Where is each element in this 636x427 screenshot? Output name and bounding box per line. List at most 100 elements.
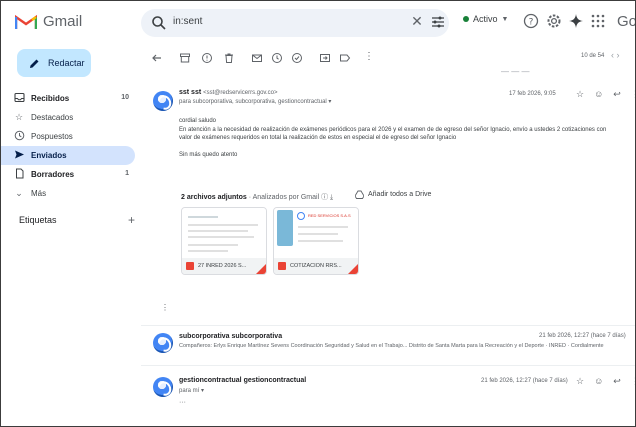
star-icon[interactable]: ☆ <box>576 89 584 100</box>
collapsed-thread-indicator: — — — <box>501 67 530 76</box>
move-to-icon[interactable] <box>319 51 331 63</box>
divider <box>141 325 635 326</box>
message-sender[interactable]: subcorporativa subcorporativa <box>179 333 282 340</box>
attachment-corner-marker <box>256 264 266 274</box>
message-sender[interactable]: gestioncontractual gestioncontractual <box>179 377 306 384</box>
thumbnail-header: RED SERVICIOS S.A.S <box>308 213 351 218</box>
snooze-icon[interactable] <box>271 51 283 63</box>
status-label: Activo <box>473 14 498 24</box>
collapsed-messages-indicator[interactable]: ⋮ <box>161 303 169 312</box>
message-actions: ☆ ☺ ↩ ⋮ <box>576 89 635 100</box>
sidebar-item-sent[interactable]: Enviados <box>1 146 135 165</box>
sender-name: sst sst <box>179 89 202 96</box>
avatar[interactable] <box>153 377 173 397</box>
message-date: 21 feb 2026, 12:27 (hace 7 días) <box>539 333 626 339</box>
info-icon[interactable]: ⓘ <box>321 194 328 201</box>
attachment-card[interactable]: 27 INRED 2026 S... <box>181 207 267 275</box>
sidebar-item-inbox[interactable]: Recibidos 10 <box>1 89 135 108</box>
mark-unread-icon[interactable] <box>251 51 263 63</box>
reply-icon[interactable]: ↩ <box>613 376 621 387</box>
label-icon[interactable] <box>339 51 351 63</box>
search-input[interactable]: in:sent <box>173 16 202 27</box>
attachment-preview <box>182 208 266 258</box>
drive-icon <box>355 190 364 199</box>
labels-section: Etiquetas + <box>19 213 135 227</box>
gmail-logo[interactable]: Gmail <box>15 13 82 30</box>
chevron-down-icon: ⌄ <box>15 188 23 198</box>
message-date: 17 feb 2026, 9:05 <box>509 91 556 97</box>
reply-icon[interactable]: ↩ <box>613 89 621 100</box>
settings-icon[interactable] <box>546 13 562 29</box>
sender-name: gestioncontractual gestioncontractual <box>179 377 307 384</box>
sidebar-item-drafts[interactable]: Borradores 1 <box>1 165 135 184</box>
body-line: valor de exámenes requeridos en total la… <box>179 135 457 141</box>
attachment-footer: 27 INRED 2026 S... <box>182 258 266 274</box>
search-icon[interactable] <box>151 15 167 31</box>
help-icon[interactable]: ? <box>523 13 539 29</box>
attachment-corner-marker <box>348 264 358 274</box>
drive-label: Añadir todos a Drive <box>368 191 432 198</box>
attachments-count: 2 archivos adjuntos <box>181 194 247 201</box>
photo-thumbnail <box>277 210 293 246</box>
emoji-reaction-icon[interactable]: ☺ <box>594 89 603 100</box>
sidebar-item-label: Pospuestos <box>31 132 73 141</box>
sidebar-nav: Recibidos 10 ☆ Destacados Pospuestos Env… <box>1 89 139 203</box>
apps-grid-icon[interactable] <box>590 13 606 29</box>
gmail-window: Gmail in:sent ✕ Activo ▼ ? G Redactar Re… <box>0 0 636 427</box>
star-icon[interactable]: ☆ <box>576 376 584 387</box>
more-options-icon[interactable]: ⋮ <box>631 376 635 387</box>
sidebar-item-snoozed[interactable]: Pospuestos <box>1 127 135 146</box>
recipients-text: para mí <box>179 388 200 394</box>
conversation-view: — — — sst sst <sst@redservicerrs.gov.co>… <box>141 67 635 426</box>
google-brand-text[interactable]: Goo <box>617 13 635 30</box>
compose-label: Redactar <box>48 58 85 68</box>
draft-icon <box>13 168 25 180</box>
svg-text:?: ? <box>529 18 534 28</box>
more-options-icon[interactable]: ⋮ <box>631 89 635 100</box>
sidebar-item-label: Más <box>31 189 47 198</box>
search-bar[interactable]: in:sent ✕ <box>141 9 449 37</box>
delete-icon[interactable] <box>223 51 235 63</box>
emoji-reaction-icon[interactable]: ☺ <box>594 376 603 387</box>
download-all-icon[interactable]: ⤓ <box>330 194 333 201</box>
search-options-icon[interactable] <box>431 15 445 29</box>
recipients-text: para subcorporativa, subcorporativa, ges… <box>179 99 327 105</box>
pdf-icon <box>186 262 194 270</box>
attachment-footer: COTIZACION RRS... <box>274 258 358 274</box>
archive-icon[interactable] <box>179 51 191 63</box>
pencil-icon <box>30 59 39 68</box>
chevron-down-icon: ▼ <box>501 15 509 23</box>
draft-count: 1 <box>125 170 129 177</box>
attachments-header: 2 archivos adjuntos · Analizados por Gma… <box>181 192 333 202</box>
avatar[interactable] <box>153 333 173 353</box>
avatar[interactable] <box>153 91 173 111</box>
message-sender[interactable]: sst sst <sst@redservicerrs.gov.co> <box>179 89 277 96</box>
clock-icon <box>13 130 25 142</box>
pdf-icon <box>278 262 286 270</box>
labels-title: Etiquetas <box>19 215 57 225</box>
back-arrow-icon[interactable] <box>151 51 163 63</box>
send-icon <box>13 149 25 161</box>
add-task-icon[interactable] <box>291 51 303 63</box>
report-spam-icon[interactable] <box>201 51 213 63</box>
compose-button[interactable]: Redactar <box>17 49 91 77</box>
more-options-icon[interactable]: ⋮ <box>363 51 375 63</box>
sidebar-item-more[interactable]: ⌄ Más <box>1 184 135 203</box>
pagination-arrows-icon[interactable]: ‹ › <box>611 50 620 60</box>
quoted-text-toggle[interactable]: ··· <box>179 399 186 406</box>
message-snippet: Compañeros: Erlys Enrique Martínez Seven… <box>179 343 604 349</box>
attachment-card[interactable]: RED SERVICIOS S.A.S COTIZACION RRS... <box>273 207 359 275</box>
body-line: En atención a la necesidad de realizació… <box>179 127 607 133</box>
recipients-line[interactable]: para mí ▾ <box>179 387 204 394</box>
message-actions: ☆ ☺ ↩ ⋮ <box>576 376 635 387</box>
status-selector[interactable]: Activo ▼ <box>463 14 508 24</box>
add-label-icon[interactable]: + <box>128 213 135 227</box>
clear-search-icon[interactable]: ✕ <box>409 13 425 33</box>
recipients-line[interactable]: para subcorporativa, subcorporativa, ges… <box>179 98 331 105</box>
sidebar-item-starred[interactable]: ☆ Destacados <box>1 108 135 127</box>
gemini-icon[interactable] <box>568 13 584 29</box>
add-all-to-drive-button[interactable]: Añadir todos a Drive <box>355 190 431 199</box>
greeting-text: cordial saludo <box>179 118 217 124</box>
scan-status: · Analizados por Gmail <box>248 194 320 201</box>
sidebar-item-label: Borradores <box>31 170 75 179</box>
